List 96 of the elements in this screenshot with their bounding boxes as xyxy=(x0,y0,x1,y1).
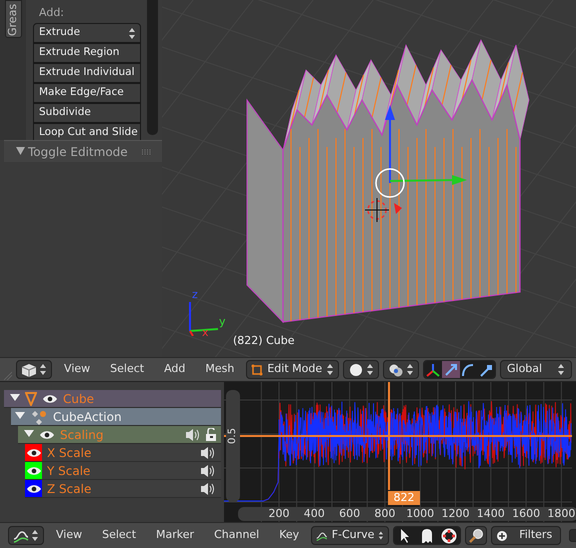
plus-icon xyxy=(497,530,508,540)
eye-icon[interactable] xyxy=(39,430,55,440)
eye-icon[interactable] xyxy=(42,394,58,404)
menu-item[interactable]: Marker xyxy=(148,527,202,544)
filters-button[interactable]: Filters xyxy=(491,526,562,545)
lifebuoy-icon xyxy=(441,528,458,544)
speaker-icon[interactable] xyxy=(200,446,215,458)
panel-tab[interactable]: Greas xyxy=(5,0,22,38)
updown-icon xyxy=(128,28,136,39)
tool-button[interactable]: Subdivide xyxy=(33,103,141,123)
manipulator-toggle[interactable] xyxy=(424,361,442,378)
frame-number: 400 xyxy=(302,507,326,521)
frame-number: 600 xyxy=(338,507,362,521)
drag-grip-icon xyxy=(142,148,152,154)
object-label: (822) Cube xyxy=(233,333,294,349)
search-icon xyxy=(468,528,484,544)
eye-icon[interactable] xyxy=(26,484,42,494)
frame-number: 1200 xyxy=(440,507,470,521)
mode-dropdown[interactable]: F-Curve xyxy=(311,526,390,545)
axes-icon xyxy=(425,362,441,378)
channel-row[interactable]: X Scale xyxy=(25,444,221,462)
panel-header[interactable]: Toggle Editmode xyxy=(4,140,162,162)
orientation-dropdown[interactable]: Global xyxy=(500,360,572,379)
vertical-scroller[interactable] xyxy=(226,390,240,502)
channel-row[interactable]: CubeAction xyxy=(11,408,221,426)
tool-button[interactable]: Extrude Region xyxy=(33,43,141,63)
tool-button[interactable]: Make Edge/Face xyxy=(33,83,141,103)
menu-item[interactable]: Mesh xyxy=(197,361,242,378)
frame-number: 800 xyxy=(373,507,396,521)
menu-item[interactable]: Channel xyxy=(206,527,268,544)
mode-dropdown[interactable]: Edit Mode xyxy=(246,360,340,379)
channel-name[interactable]: Z Scale xyxy=(47,480,92,498)
padlock-icon[interactable] xyxy=(205,428,217,441)
editor-type-dropdown[interactable] xyxy=(8,526,44,545)
speaker-icon[interactable] xyxy=(200,464,215,476)
axis-label: z xyxy=(192,289,198,301)
updown-icon xyxy=(39,364,48,375)
color-swatch[interactable] xyxy=(25,480,42,497)
updown-icon xyxy=(557,364,565,375)
frame-number: 1800 xyxy=(546,507,576,521)
expanded-icon[interactable] xyxy=(15,412,25,422)
channel-row[interactable]: Y Scale xyxy=(25,462,221,480)
widget-toggle[interactable] xyxy=(460,361,478,378)
vertices-icon xyxy=(251,364,264,376)
updown-icon xyxy=(31,530,39,541)
speaker-icon[interactable] xyxy=(185,428,200,440)
channel-name[interactable]: Y Scale xyxy=(47,462,90,480)
color-swatch[interactable] xyxy=(25,444,42,461)
channel-name[interactable]: X Scale xyxy=(47,444,92,462)
cube-icon xyxy=(21,362,38,376)
filter-toggle[interactable] xyxy=(394,527,416,544)
frame-number: 1400 xyxy=(476,507,506,521)
widget-toggle[interactable] xyxy=(477,361,495,378)
arrow-icon xyxy=(442,362,459,378)
cone-icon xyxy=(25,392,37,406)
channel-name[interactable]: CubeAction xyxy=(53,408,122,426)
color-swatch[interactable] xyxy=(25,462,42,479)
sphere-icon xyxy=(348,362,364,376)
search-button[interactable] xyxy=(465,526,488,545)
extrude-dropdown[interactable]: Extrude xyxy=(33,23,141,43)
updown-icon xyxy=(378,530,384,541)
frame-number: 200 xyxy=(268,507,290,521)
resize-grip-icon xyxy=(4,371,12,381)
tool-button[interactable]: Extrude Individual xyxy=(33,63,141,83)
filter-toggle[interactable] xyxy=(438,527,460,544)
updown-icon xyxy=(406,364,414,375)
timeline-scroller[interactable] xyxy=(238,507,576,521)
curve-icon xyxy=(13,528,29,542)
axis-label: y xyxy=(219,316,226,328)
speaker-icon[interactable] xyxy=(200,482,215,494)
menu-item[interactable]: Select xyxy=(94,527,144,544)
panel-title: Toggle Editmode xyxy=(28,144,128,160)
updown-icon xyxy=(326,364,334,375)
updown-icon xyxy=(366,364,374,375)
expanded-icon[interactable] xyxy=(24,430,34,440)
shading-dropdown[interactable] xyxy=(343,360,380,379)
menu-item[interactable]: View xyxy=(56,361,98,378)
channel-row[interactable]: Z Scale xyxy=(25,480,221,498)
menu-item[interactable]: Add xyxy=(156,361,194,378)
expanded-icon[interactable] xyxy=(10,394,20,404)
widget-toggle[interactable] xyxy=(442,361,460,378)
eye-icon[interactable] xyxy=(26,466,42,476)
expanded-icon[interactable] xyxy=(16,147,25,156)
frame-number: 1600 xyxy=(511,507,542,521)
pivot-dropdown[interactable] xyxy=(383,360,420,379)
scrollbar[interactable] xyxy=(147,0,158,135)
editor-type-dropdown[interactable] xyxy=(16,360,52,379)
menu-item[interactable]: Key xyxy=(271,527,308,544)
axis-value: 0.5 xyxy=(227,427,239,446)
section-label: Add: xyxy=(38,5,66,21)
menu-item[interactable]: Select xyxy=(102,361,152,378)
keyframes-icon xyxy=(30,408,48,424)
menu-item[interactable]: View xyxy=(48,527,90,544)
eye-icon[interactable] xyxy=(26,448,42,458)
frame-number: 1000 xyxy=(405,507,436,521)
circles-icon xyxy=(388,362,404,376)
